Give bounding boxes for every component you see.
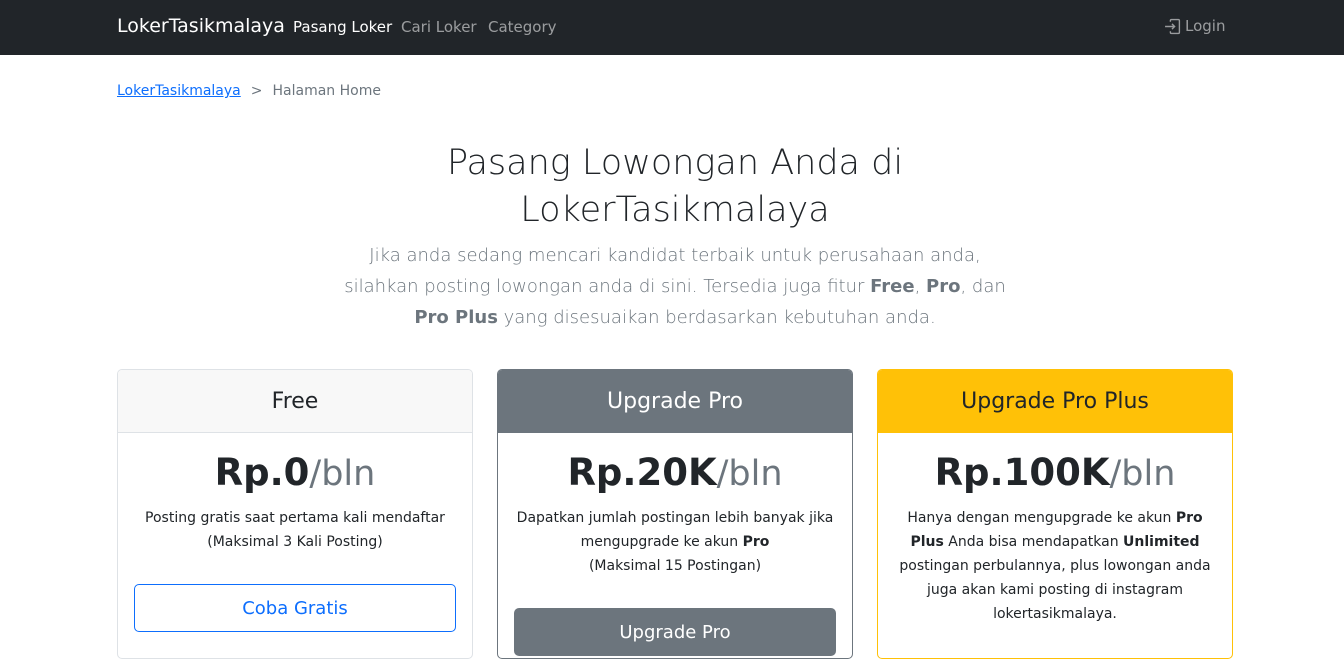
plan-title: Upgrade Pro: [498, 370, 852, 433]
nav-cari-loker[interactable]: Cari Loker: [401, 18, 477, 36]
plan-desc-line: Dapatkan jumlah postingan lebih banyak j…: [516, 506, 834, 554]
lead-text-2: yang disesuaikan berdasarkan kebutuhan a…: [497, 307, 936, 328]
plan-description: Dapatkan jumlah postingan lebih banyak j…: [498, 506, 852, 578]
nav-pasang-loker[interactable]: Pasang Loker: [293, 18, 392, 36]
lead-pro-plus: Pro Plus: [414, 307, 498, 328]
plan-card-pro-plus: Upgrade Pro Plus Rp.100K/bln Hanya denga…: [877, 369, 1233, 659]
plan-price-amount: Rp.100K: [934, 451, 1110, 494]
lead-pro: Pro: [926, 276, 961, 297]
breadcrumb-separator: >: [250, 83, 263, 99]
lead-free: Free: [870, 276, 915, 297]
coba-gratis-button[interactable]: Coba Gratis: [134, 584, 456, 632]
login-link[interactable]: Login: [1164, 17, 1225, 35]
hero-lead: Jika anda sedang mencari kandidat terbai…: [340, 240, 1010, 333]
plan-desc-text: Anda bisa mendapatkan: [943, 534, 1124, 550]
lead-sep-2: , dan: [960, 276, 1006, 297]
plan-desc-line: (Maksimal 3 Kali Posting): [207, 534, 383, 550]
plan-price-amount: Rp.20K: [567, 451, 717, 494]
plan-desc-text: Dapatkan jumlah postingan lebih banyak j…: [516, 510, 834, 550]
plan-description: Hanya dengan mengupgrade ke akun Pro Plu…: [878, 506, 1232, 626]
lead-sep-1: ,: [914, 276, 927, 297]
plan-desc-bold: Unlimited: [1123, 534, 1200, 550]
plan-price-amount: Rp.0: [214, 451, 310, 494]
breadcrumb-home-link[interactable]: LokerTasikmalaya: [117, 83, 241, 99]
plan-desc-text: Hanya dengan mengupgrade ke akun: [907, 510, 1176, 526]
plan-price: Rp.0/bln: [118, 451, 472, 494]
plan-title: Free: [118, 370, 472, 433]
brand-link[interactable]: LokerTasikmalaya: [117, 15, 285, 37]
top-navbar: LokerTasikmalaya Pasang Loker Cari Loker…: [0, 0, 1344, 55]
plan-price-period: /bln: [716, 454, 783, 494]
nav-category[interactable]: Category: [488, 18, 557, 36]
plan-desc-line: (Maksimal 15 Postingan): [588, 558, 762, 574]
login-icon: [1165, 18, 1181, 34]
plan-card-free: Free Rp.0/bln Posting gratis saat pertam…: [117, 369, 473, 659]
login-label: Login: [1185, 17, 1226, 35]
plan-description: Posting gratis saat pertama kali mendaft…: [118, 506, 472, 554]
breadcrumb: LokerTasikmalaya > Halaman Home: [117, 83, 381, 99]
plan-price-period: /bln: [1109, 454, 1176, 494]
plan-price: Rp.100K/bln: [878, 451, 1232, 494]
plan-desc-text: postingan perbulannya, plus lowongan and…: [899, 558, 1211, 622]
upgrade-pro-button[interactable]: Upgrade Pro: [514, 608, 836, 656]
plan-desc-bold: Pro: [742, 534, 770, 550]
plan-title: Upgrade Pro Plus: [878, 370, 1232, 433]
breadcrumb-current: Halaman Home: [272, 83, 381, 99]
plan-desc-line: Posting gratis saat pertama kali mendaft…: [145, 510, 445, 526]
plan-price-period: /bln: [309, 454, 376, 494]
plan-price: Rp.20K/bln: [498, 451, 852, 494]
page-title: Pasang Lowongan Anda di LokerTasikmalaya: [446, 143, 904, 230]
plan-card-pro: Upgrade Pro Rp.20K/bln Dapatkan jumlah p…: [497, 369, 853, 659]
